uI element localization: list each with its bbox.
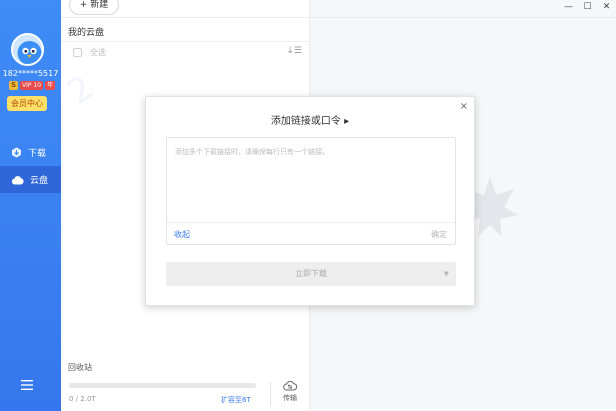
expand-storage-link[interactable]: 扩容至6T [221, 395, 251, 405]
hamburger-menu-icon[interactable] [20, 379, 34, 391]
sort-icon[interactable]: ↓☰ [286, 46, 302, 56]
download-now-button[interactable]: 立即下载 ▼ [166, 262, 456, 286]
close-window-button[interactable]: ✕ [597, 0, 616, 14]
file-list-header: 全选 ↓☰ [61, 41, 310, 61]
nav-cloud-label: 云盘 [30, 176, 49, 186]
sidebar: 182*****5517 S VIP 10 年 会员中心 下载 云盘 [0, 0, 61, 411]
storage-usage: 0 / 2.0T [69, 395, 96, 403]
divider [270, 382, 271, 406]
vip-level-badge: VIP 10 [20, 81, 44, 90]
window-controls: — ☐ ✕ [559, 0, 616, 14]
user-avatar[interactable] [11, 33, 44, 66]
vip-annual-badge: 年 [45, 81, 56, 90]
nav-download[interactable]: 下载 [0, 139, 61, 166]
dialog-title-text: 添加链接或口令 [270, 116, 341, 127]
link-input-box: 收起 确定 [166, 137, 456, 245]
nav-download-label: 下载 [28, 149, 47, 159]
chevron-down-icon[interactable]: ▼ [444, 262, 449, 286]
dialog-title: 添加链接或口令 ▸ [146, 112, 474, 127]
vip-info: S VIP 10 年 [9, 81, 56, 90]
vip-s-badge: S [9, 81, 18, 90]
confirm-link[interactable]: 确定 [431, 229, 447, 240]
storage-progress-bar [69, 383, 256, 388]
download-cube-icon [12, 147, 21, 158]
user-phone: 182*****5517 [2, 69, 59, 78]
transfer-button[interactable]: 传输 [277, 380, 303, 403]
cloud-transfer-icon [283, 380, 298, 391]
collapse-link[interactable]: 收起 [174, 229, 190, 240]
link-textarea[interactable] [167, 138, 455, 222]
member-center-button[interactable]: 会员中心 [7, 96, 47, 111]
select-all-label: 全选 [90, 48, 106, 57]
bird-avatar-icon [17, 41, 42, 64]
title-divider [61, 17, 616, 18]
new-button[interactable]: + 新建 [69, 0, 119, 15]
cloud-icon [11, 175, 24, 184]
minimize-button[interactable]: — [559, 0, 578, 14]
select-all-checkbox[interactable] [73, 48, 82, 57]
add-link-dialog: 添加链接或口令 ▸ × 收起 确定 立即下载 ▼ [145, 96, 475, 306]
dialog-title-arrow-icon[interactable]: ▸ [344, 116, 349, 127]
transfer-label: 传输 [283, 394, 297, 402]
dialog-close-icon[interactable]: × [460, 101, 468, 112]
input-footer: 收起 确定 [167, 222, 455, 244]
nav-cloud[interactable]: 云盘 [0, 166, 61, 193]
download-now-label: 立即下载 [295, 269, 327, 278]
panel-title: 我的云盘 [68, 28, 105, 38]
maximize-button[interactable]: ☐ [578, 0, 597, 14]
recycle-bin-link[interactable]: 回收站 [68, 362, 92, 373]
